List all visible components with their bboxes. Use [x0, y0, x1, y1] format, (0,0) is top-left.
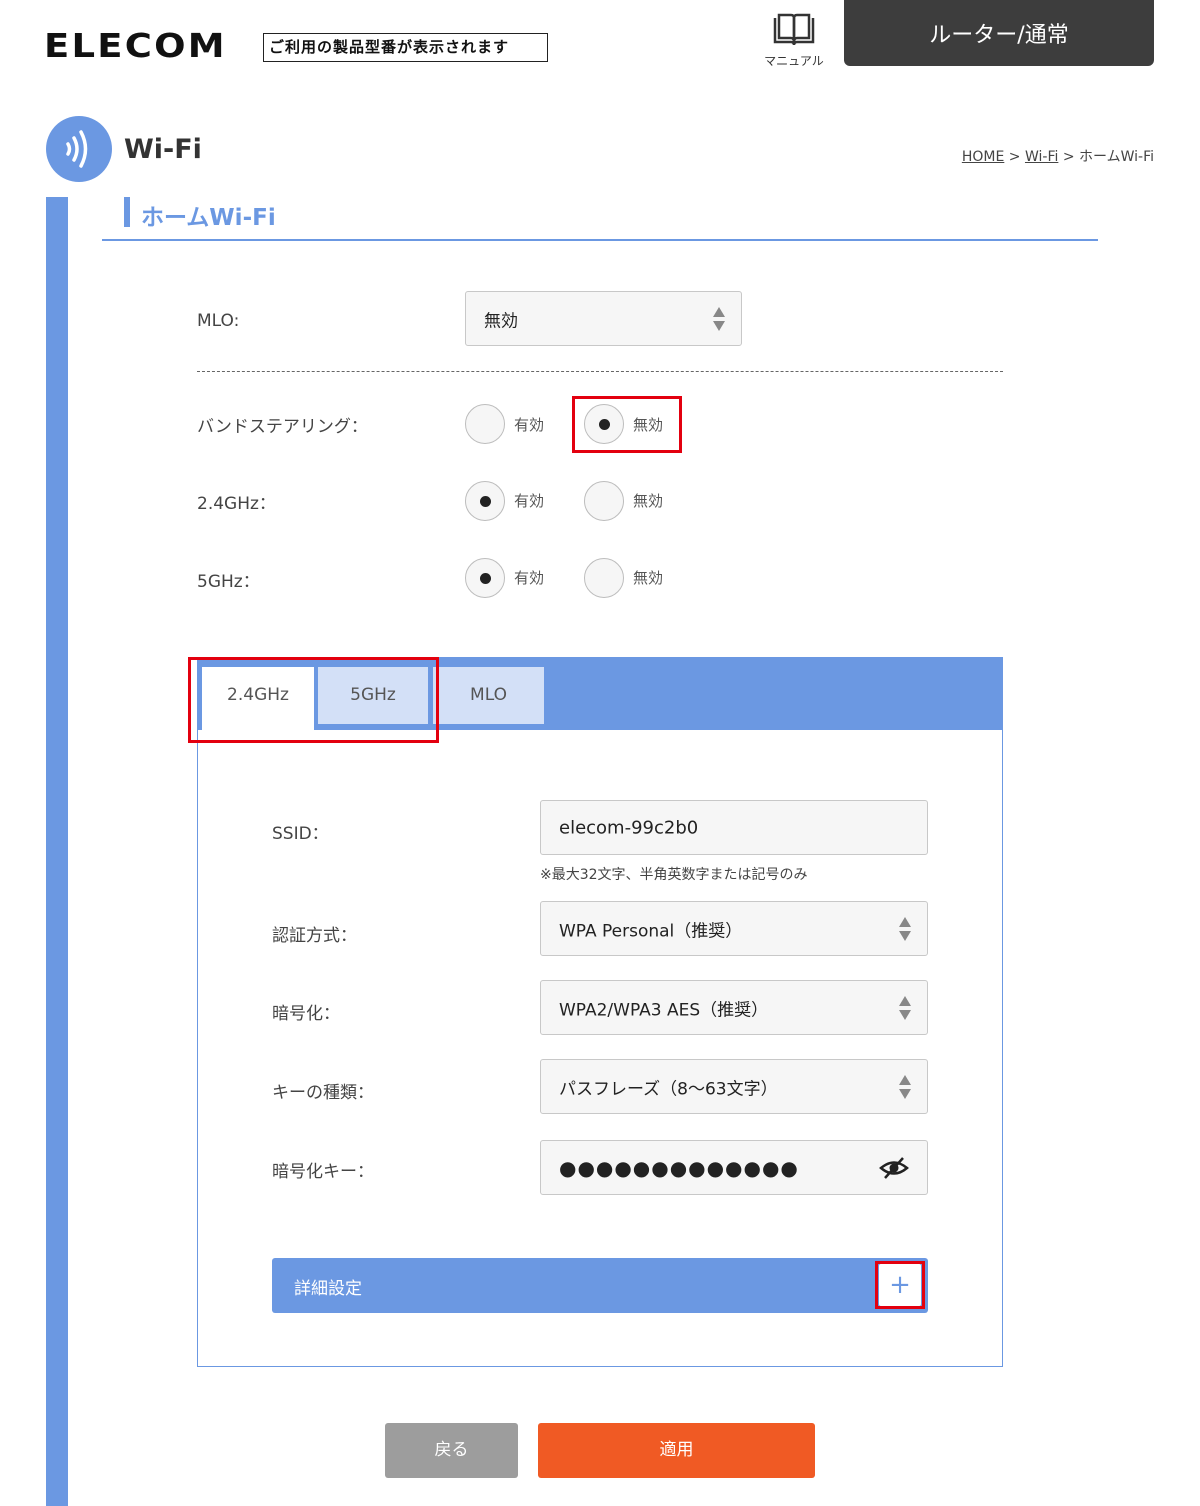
highlight-plus [875, 1261, 925, 1309]
wifi-icon [46, 116, 112, 182]
ssid-hint: ※最大32文字、半角英数字または記号のみ [540, 867, 808, 883]
band-steering-label: バンドステアリング： [197, 417, 368, 437]
breadcrumb-home[interactable]: HOME [962, 149, 1004, 165]
radio-selected-dot [480, 496, 491, 507]
page-title: Wi-Fi [124, 134, 202, 165]
key-input[interactable]: ●●●●●●●●●●●●● [540, 1140, 928, 1195]
apply-button[interactable]: 適用 [538, 1423, 815, 1478]
section-divider [102, 239, 1098, 241]
band-steering-enable-radio[interactable] [465, 404, 505, 444]
mode-indicator: ルーター/通常 [844, 0, 1154, 66]
manual-label: マニュアル [764, 54, 824, 68]
encryption-label: 暗号化： [272, 1004, 340, 1024]
manual-link[interactable]: マニュアル [752, 12, 836, 69]
ssid-input[interactable]: elecom-99c2b0 [540, 800, 928, 855]
band-steering-enable-label: 有効 [514, 416, 545, 434]
encryption-value: WPA2/WPA3 AES（推奨） [559, 1000, 769, 1020]
mlo-select-value: 無効 [484, 311, 518, 331]
breadcrumb-current: ホームWi-Fi [1079, 149, 1154, 165]
advanced-settings-label: 詳細設定 [294, 1279, 362, 1299]
select-arrows-icon [713, 306, 725, 331]
breadcrumb-wifi[interactable]: Wi-Fi [1025, 149, 1058, 165]
breadcrumb: HOME > Wi-Fi > ホームWi-Fi [962, 146, 1154, 166]
key-label: 暗号化キー： [272, 1162, 374, 1182]
key-type-label: キーの種類： [272, 1083, 374, 1103]
ssid-label: SSID： [272, 824, 329, 844]
auth-value: WPA Personal（推奨） [559, 921, 743, 941]
ghz5-enable-label: 有効 [514, 569, 545, 587]
ghz24-disable-radio[interactable] [584, 481, 624, 521]
ghz24-enable-radio[interactable] [465, 481, 505, 521]
hidden-eye-icon[interactable] [879, 1155, 909, 1181]
mlo-select[interactable]: 無効 [465, 291, 742, 346]
mlo-label: MLO: [197, 311, 240, 331]
advanced-settings-bar[interactable]: 詳細設定 + [272, 1258, 928, 1313]
ghz24-label: 2.4GHz： [197, 494, 276, 514]
ghz24-disable-label: 無効 [633, 492, 664, 510]
breadcrumb-separator: > [1008, 149, 1021, 165]
tab-mlo[interactable]: MLO [433, 667, 544, 724]
radio-selected-dot [480, 573, 491, 584]
auth-label: 認証方式： [272, 926, 357, 946]
ghz5-enable-radio[interactable] [465, 558, 505, 598]
auth-select[interactable]: WPA Personal（推奨） [540, 901, 928, 956]
key-type-select[interactable]: パスフレーズ（8～63文字） [540, 1059, 928, 1114]
section-title: ホームWi-Fi [141, 205, 276, 231]
key-type-value: パスフレーズ（8～63文字） [559, 1079, 778, 1099]
ghz5-disable-radio[interactable] [584, 558, 624, 598]
highlight-band-steering [572, 396, 682, 453]
elecom-logo: ELECOM [44, 26, 227, 65]
dashed-divider [197, 371, 1003, 372]
highlight-tabs [188, 657, 439, 743]
select-arrows-icon [899, 1074, 911, 1099]
book-icon [773, 13, 815, 46]
encryption-select[interactable]: WPA2/WPA3 AES（推奨） [540, 980, 928, 1035]
section-title-bar [124, 197, 130, 227]
select-arrows-icon [899, 916, 911, 941]
key-value: ●●●●●●●●●●●●● [559, 1155, 799, 1180]
page: ELECOM ご利用の製品型番が表示されます マニュアル ルーター/通常 Wi-… [0, 0, 1200, 1506]
ssid-value: elecom-99c2b0 [559, 817, 699, 838]
ghz5-disable-label: 無効 [633, 569, 664, 587]
ghz24-enable-label: 有効 [514, 492, 545, 510]
select-arrows-icon [899, 995, 911, 1020]
ghz5-label: 5GHz： [197, 572, 260, 592]
back-button[interactable]: 戻る [385, 1423, 518, 1478]
model-number-box: ご利用の製品型番が表示されます [263, 33, 548, 62]
breadcrumb-separator: > [1062, 149, 1075, 165]
